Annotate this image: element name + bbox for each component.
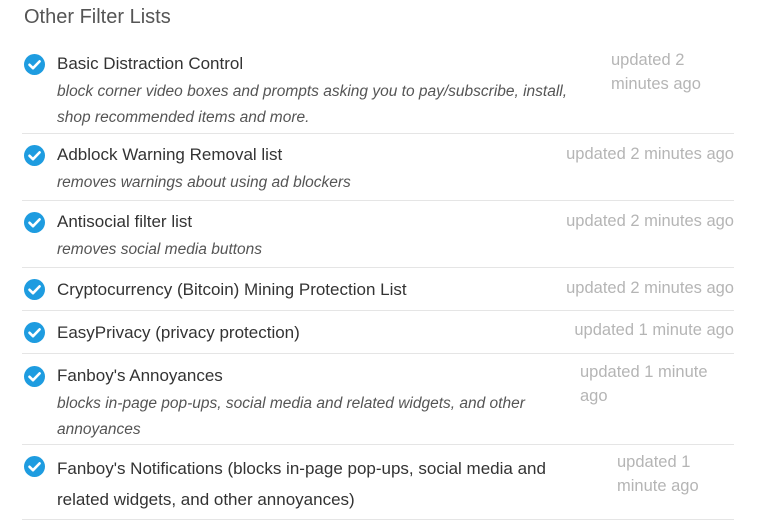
check-circle-icon[interactable]	[24, 279, 45, 300]
filter-row-easyprivacy: EasyPrivacy (privacy protection) updated…	[22, 311, 734, 354]
filter-row-cryptocurrency-mining: Cryptocurrency (Bitcoin) Mining Protecti…	[22, 268, 734, 311]
filter-row-fanboys-annoyances: Fanboy's Annoyances blocks in-page pop-u…	[22, 354, 734, 445]
check-circle-icon[interactable]	[24, 54, 45, 75]
check-circle-icon[interactable]	[24, 145, 45, 166]
filter-name[interactable]: Adblock Warning Removal list	[57, 144, 282, 166]
filter-name[interactable]: Basic Distraction Control	[57, 53, 243, 75]
check-circle-icon[interactable]	[24, 322, 45, 343]
filter-name[interactable]: Fanboy's Annoyances	[57, 365, 223, 387]
filter-row-basic-distraction-control: Basic Distraction Control block corner v…	[22, 46, 734, 134]
filter-description: removes warnings about using ad blockers	[57, 174, 351, 191]
updated-timestamp: updated 1 minute ago	[580, 363, 708, 405]
filter-description: blocks in-page pop-ups, social media and…	[57, 395, 525, 438]
filter-row-adblock-warning-removal: Adblock Warning Removal list removes war…	[22, 134, 734, 201]
updated-timestamp: updated 2 minutes ago	[611, 51, 701, 93]
check-circle-icon[interactable]	[24, 366, 45, 387]
filter-name[interactable]: Fanboy's Notifications (blocks in-page p…	[57, 453, 577, 515]
check-circle-icon[interactable]	[24, 456, 45, 477]
updated-timestamp: updated 2 minutes ago	[566, 212, 734, 230]
filter-lists-panel: Other Filter Lists Basic Distraction Con…	[0, 0, 766, 530]
filter-description: block corner video boxes and prompts ask…	[57, 83, 568, 126]
check-circle-icon[interactable]	[24, 212, 45, 233]
section-title: Other Filter Lists	[24, 6, 171, 28]
filter-name[interactable]: EasyPrivacy (privacy protection)	[57, 322, 300, 344]
filter-name[interactable]: Cryptocurrency (Bitcoin) Mining Protecti…	[57, 279, 407, 301]
filter-name[interactable]: Antisocial filter list	[57, 211, 192, 233]
updated-timestamp: updated 1 minute ago	[574, 321, 734, 339]
filter-row-fanboys-notifications: Fanboy's Notifications (blocks in-page p…	[22, 445, 734, 520]
filter-list: Basic Distraction Control block corner v…	[22, 46, 734, 520]
updated-timestamp: updated 2 minutes ago	[566, 279, 734, 297]
updated-timestamp: updated 2 minutes ago	[566, 145, 734, 163]
updated-timestamp: updated 1 minute ago	[617, 453, 699, 495]
filter-description: removes social media buttons	[57, 241, 263, 258]
filter-row-antisocial: Antisocial filter list removes social me…	[22, 201, 734, 268]
